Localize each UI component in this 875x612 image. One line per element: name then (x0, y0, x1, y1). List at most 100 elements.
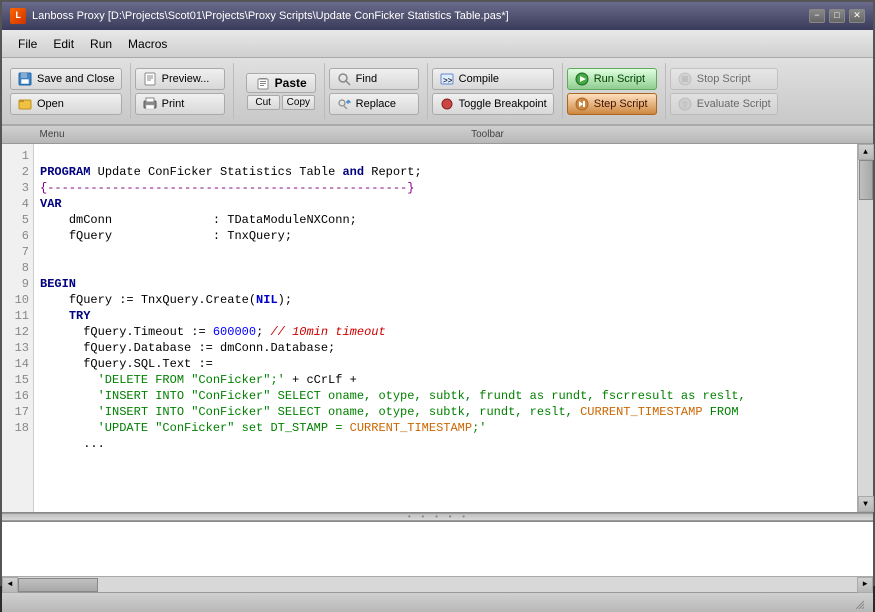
open-label: Open (37, 98, 64, 110)
paste-label: Paste (275, 76, 307, 90)
line-num-10: 10 (2, 292, 33, 308)
window-controls: − □ ✕ (809, 9, 865, 23)
line-num-8: 8 (2, 260, 33, 276)
copy-button[interactable]: Copy (282, 95, 315, 110)
line-num-5: 5 (2, 212, 33, 228)
stop-group: Stop Script ? Evaluate Script (670, 63, 786, 119)
line-num-14: 14 (2, 356, 33, 372)
paste-icon (255, 75, 271, 91)
compile-group: >> Compile Toggle Breakpoint (432, 63, 563, 119)
step-script-label: Step Script (594, 98, 648, 110)
compile-icon: >> (439, 71, 455, 87)
scroll-h-track[interactable] (18, 577, 857, 592)
stop-script-label: Stop Script (697, 73, 751, 85)
scroll-thumb[interactable] (859, 160, 873, 200)
line-numbers: 1 2 3 4 5 6 7 8 9 10 11 12 13 14 15 16 1… (2, 144, 34, 512)
menu-run[interactable]: Run (82, 34, 120, 54)
compile-button[interactable]: >> Compile (432, 68, 554, 90)
script-group: Run Script Step Script (567, 63, 666, 119)
line-num-9: 9 (2, 276, 33, 292)
scroll-down-button[interactable]: ▼ (858, 496, 874, 512)
status-bar (2, 592, 873, 612)
print-icon (142, 96, 158, 112)
line-num-7: 7 (2, 244, 33, 260)
stop-icon (677, 71, 693, 87)
scroll-track[interactable] (858, 160, 873, 496)
horizontal-scrollbar[interactable]: ◄ ► (2, 576, 873, 592)
scroll-left-button[interactable]: ◄ (2, 577, 18, 593)
toolbar: Save and Close Open Preview. (2, 58, 873, 126)
title-bar-left: L Lanboss Proxy [D:\Projects\Scot01\Proj… (10, 8, 509, 24)
preview-button[interactable]: Preview... (135, 68, 225, 90)
run-script-button[interactable]: Run Script (567, 68, 657, 90)
print-label: Print (162, 98, 185, 110)
output-area (2, 521, 873, 576)
clipboard-group: Paste Cut Copy (238, 63, 325, 119)
preview-label: Preview... (162, 73, 210, 85)
scroll-right-button[interactable]: ► (857, 577, 873, 593)
paste-button[interactable]: Paste (246, 73, 316, 93)
menu-section-label: Menu (2, 129, 102, 140)
step-icon (574, 96, 590, 112)
line-num-17: 17 (2, 404, 33, 420)
find-icon (336, 71, 352, 87)
find-label: Find (356, 73, 377, 85)
line-num-15: 15 (2, 372, 33, 388)
line-num-2: 2 (2, 164, 33, 180)
evaluate-script-label: Evaluate Script (697, 98, 771, 110)
preview-group: Preview... Print (135, 63, 234, 119)
run-icon (574, 71, 590, 87)
line-num-11: 11 (2, 308, 33, 324)
preview-icon (142, 71, 158, 87)
line-num-6: 6 (2, 228, 33, 244)
code-editor[interactable]: PROGRAM Update ConFicker Statistics Tabl… (34, 144, 857, 512)
window-title: Lanboss Proxy [D:\Projects\Scot01\Projec… (32, 10, 509, 22)
save-and-close-label: Save and Close (37, 73, 115, 85)
evaluate-script-button[interactable]: ? Evaluate Script (670, 93, 778, 115)
save-icon (17, 71, 33, 87)
minimize-button[interactable]: − (809, 9, 825, 23)
vertical-scrollbar[interactable]: ▲ ▼ (857, 144, 873, 512)
copy-label: Copy (287, 97, 310, 108)
line-num-1: 1 (2, 148, 33, 164)
line-num-18: 18 (2, 420, 33, 436)
search-group: Find Replace (329, 63, 428, 119)
line-num-12: 12 (2, 324, 33, 340)
toggle-breakpoint-button[interactable]: Toggle Breakpoint (432, 93, 554, 115)
replace-button[interactable]: Replace (329, 93, 419, 115)
cut-label: Cut (255, 97, 271, 108)
breakpoint-icon (439, 96, 455, 112)
editor-container: 1 2 3 4 5 6 7 8 9 10 11 12 13 14 15 16 1… (2, 144, 873, 513)
evaluate-icon: ? (677, 96, 693, 112)
cut-copy-buttons: Cut Copy (247, 95, 315, 110)
title-bar: L Lanboss Proxy [D:\Projects\Scot01\Proj… (2, 2, 873, 30)
cut-button[interactable]: Cut (247, 95, 280, 110)
file-group: Save and Close Open (10, 63, 131, 119)
line-num-13: 13 (2, 340, 33, 356)
replace-icon (336, 96, 352, 112)
print-button[interactable]: Print (135, 93, 225, 115)
open-button[interactable]: Open (10, 93, 122, 115)
stop-script-button[interactable]: Stop Script (670, 68, 778, 90)
menu-edit[interactable]: Edit (45, 34, 82, 54)
splitter[interactable]: • • • • • (2, 513, 873, 521)
close-button[interactable]: ✕ (849, 9, 865, 23)
menu-macros[interactable]: Macros (120, 34, 175, 54)
run-script-label: Run Script (594, 73, 645, 85)
svg-text:?: ? (682, 100, 688, 110)
menu-file[interactable]: File (10, 34, 45, 54)
line-num-16: 16 (2, 388, 33, 404)
save-and-close-button[interactable]: Save and Close (10, 68, 122, 90)
find-button[interactable]: Find (329, 68, 419, 90)
compile-label: Compile (459, 73, 499, 85)
scroll-h-thumb[interactable] (18, 578, 98, 592)
step-script-button[interactable]: Step Script (567, 93, 657, 115)
line-num-4: 4 (2, 196, 33, 212)
resize-grip[interactable] (851, 596, 865, 610)
restore-button[interactable]: □ (829, 9, 845, 23)
menu-bar: File Edit Run Macros (2, 30, 873, 58)
toolbar-section-label: Toolbar (102, 129, 873, 140)
scroll-up-button[interactable]: ▲ (858, 144, 874, 160)
section-labels: Menu Toolbar (2, 126, 873, 144)
app-icon: L (10, 8, 26, 24)
